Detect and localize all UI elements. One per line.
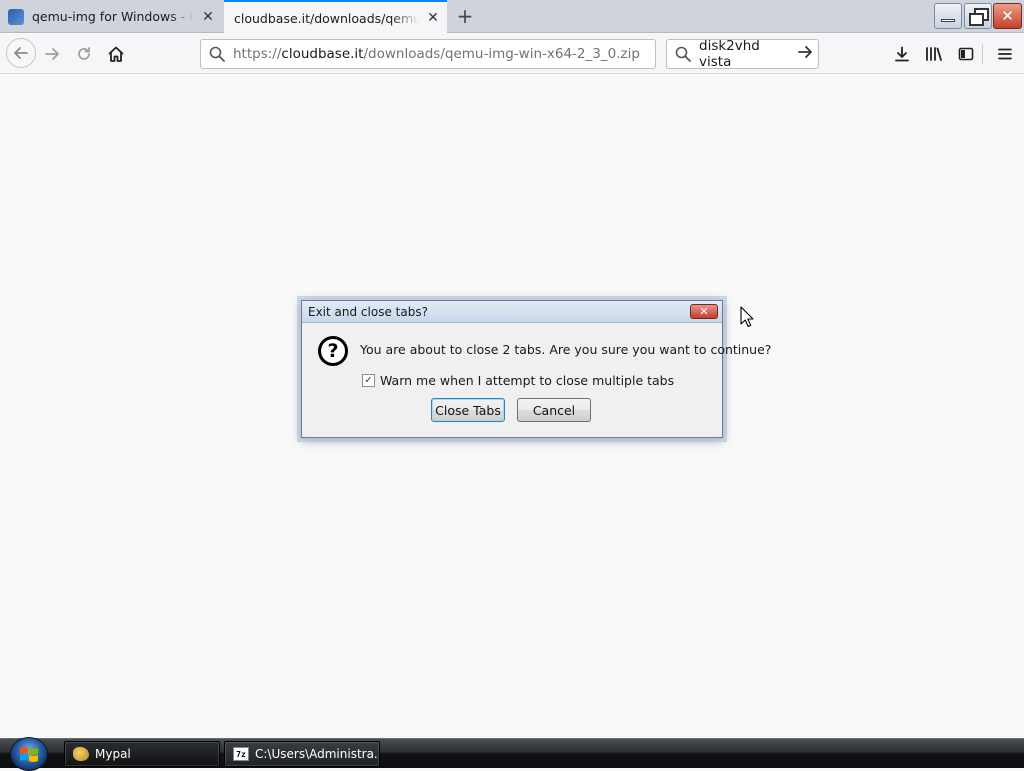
menu-button[interactable] [991,40,1019,68]
url-text: https://cloudbase.it/downloads/qemu-img-… [233,46,640,62]
back-button[interactable] [6,38,36,68]
restore-button[interactable] [964,3,992,29]
url-path: /downloads/qemu-img-win-x64-2_3_0.zip [363,46,640,62]
sidebar-icon [958,47,974,61]
forward-button[interactable] [38,40,66,68]
window-close-button[interactable]: ✕ [993,3,1022,29]
question-icon: ? [318,336,348,366]
minimize-icon [941,18,955,22]
taskbar-item-7zip-window[interactable]: 7z C:\Users\Administra... [224,741,380,767]
library-button[interactable] [920,40,948,68]
search-go-icon[interactable] [792,44,818,65]
plus-icon: + [456,4,474,28]
close-tabs-dialog: Exit and close tabs? ✕ ? You are about t… [301,300,771,438]
navigation-toolbar: https://cloudbase.it/downloads/qemu-img-… [0,34,1024,74]
sidebar-button[interactable] [952,40,980,68]
tab-close-icon[interactable]: ✕ [200,9,216,25]
back-arrow-icon [14,47,28,59]
reload-button[interactable] [70,40,98,68]
mouse-pointer-icon [740,306,754,328]
dialog-titlebar[interactable]: Exit and close tabs? ✕ [302,301,722,323]
taskbar-item-mypal[interactable]: Mypal [64,741,220,767]
windows-logo-icon [20,747,38,762]
search-bar[interactable]: disk2vhd vista [666,38,819,70]
forward-arrow-icon [45,48,59,60]
url-host: cloudbase.it [281,46,364,62]
address-bar[interactable]: https://cloudbase.it/downloads/qemu-img-… [200,39,656,69]
url-prefix: https:// [233,46,282,62]
7zip-icon: 7z [233,747,249,761]
taskbar-item-label: C:\Users\Administra... [255,747,380,761]
taskbar-item-label: Mypal [95,747,131,761]
warn-checkbox-label[interactable]: Warn me when I attempt to close multiple… [380,373,674,388]
tab-title: qemu-img for Windows - Cloudbase Solutio… [32,9,194,24]
tab-qemu-img-for-windows[interactable]: qemu-img for Windows - Cloudbase Solutio… [0,0,222,33]
download-icon [895,46,909,62]
dialog-title: Exit and close tabs? [308,304,428,319]
hamburger-menu-icon [998,48,1012,60]
new-tab-button[interactable]: + [452,4,478,28]
close-icon: ✕ [1001,7,1014,25]
taskbar: Mypal 7z C:\Users\Administra... [0,737,1024,771]
tab-strip: qemu-img for Windows - Cloudbase Solutio… [0,0,1024,34]
search-input[interactable]: disk2vhd vista [699,38,792,70]
minimize-button[interactable] [934,3,962,29]
cancel-button[interactable]: Cancel [517,398,591,422]
start-button[interactable] [10,737,48,771]
reload-icon [78,47,90,60]
search-icon [209,46,225,62]
tab-title: cloudbase.it/downloads/qemu-img-win-x64-… [234,10,419,26]
library-icon [926,47,942,61]
home-button[interactable] [102,40,130,68]
home-icon [108,46,124,62]
search-icon [675,46,691,62]
restore-icon [969,8,989,26]
dialog-close-button[interactable]: ✕ [690,304,718,319]
tab-cloudbase-download[interactable]: cloudbase.it/downloads/qemu-img-win-x64-… [224,0,447,34]
warn-checkbox-row[interactable]: ✓ Warn me when I attempt to close multip… [362,373,674,388]
tab-close-icon[interactable]: ✕ [425,10,441,26]
downloads-button[interactable] [888,40,916,68]
mypal-icon [73,747,89,761]
warn-checkbox[interactable]: ✓ [362,374,375,387]
cloudbase-favicon-icon [8,8,24,25]
toolbar-separator [982,44,983,64]
close-icon: ✕ [699,305,709,318]
close-tabs-button[interactable]: Close Tabs [431,398,505,422]
dialog-message: You are about to close 2 tabs. Are you s… [360,342,772,357]
